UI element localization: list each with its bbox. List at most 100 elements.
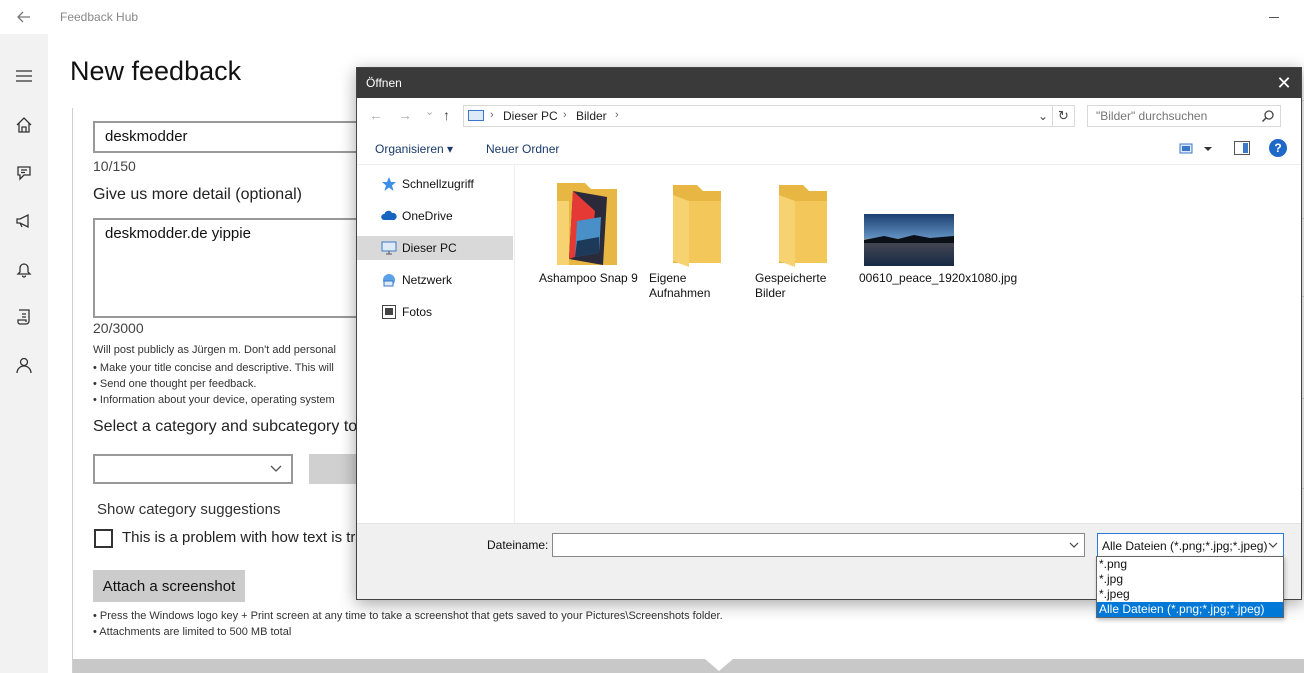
image-thumbnail-icon <box>864 214 954 266</box>
recent-locations-chevron-icon[interactable]: ⌄ <box>425 104 434 120</box>
detail-char-count: 20/3000 <box>93 320 144 336</box>
cloud-icon <box>381 208 397 224</box>
hamburger-menu-icon[interactable] <box>12 64 36 88</box>
organize-button[interactable]: Organisieren ▾ <box>375 142 453 156</box>
filename-input[interactable] <box>553 534 1063 556</box>
network-icon <box>381 272 397 288</box>
file-item-label: Gespeicherte Bilder <box>755 271 827 300</box>
navigation-bar: ← → ⌄ ↑ › Dieser PC › Bilder › ⌄ ↻ <box>357 98 1301 133</box>
nav-item-label: Netzwerk <box>402 273 453 287</box>
view-options-icon[interactable] <box>1179 141 1215 157</box>
nav-item-netzwerk[interactable]: Netzwerk <box>357 268 513 292</box>
chevron-down-icon[interactable] <box>1069 538 1079 552</box>
new-folder-button[interactable]: Neuer Ordner <box>486 142 559 156</box>
breadcrumb-item-bilder[interactable]: Bilder <box>576 109 607 123</box>
chevron-down-icon <box>269 461 283 475</box>
app-titlebar: Feedback Hub <box>0 0 1304 34</box>
minimize-icon[interactable] <box>1266 8 1282 24</box>
filetype-option-selected[interactable]: Alle Dateien (*.png;*.jpg;*.jpeg) <box>1097 602 1283 617</box>
nav-item-label: Schnellzugriff <box>402 177 474 191</box>
command-bar: Organisieren ▾ Neuer Ordner ? <box>357 133 1301 165</box>
feedback-title-input[interactable]: deskmodder <box>93 121 393 153</box>
file-item-label: 00610_peace_1920x1080.jpg <box>859 271 1018 285</box>
refresh-icon[interactable]: ↻ <box>1052 106 1074 126</box>
text-problem-checkbox[interactable] <box>94 529 113 548</box>
file-item-eigene-aufnahmen[interactable]: Eigene Aufnahmen <box>649 181 745 311</box>
announcements-megaphone-icon[interactable] <box>12 209 36 233</box>
forward-icon[interactable]: → <box>398 107 412 123</box>
open-file-dialog: Öffnen ✕ ← → ⌄ ↑ › Dieser PC › Bilder › … <box>356 67 1302 600</box>
profile-person-icon[interactable] <box>12 353 36 377</box>
breadcrumb-separator: › <box>615 109 619 121</box>
file-item-label: Ashampoo Snap 9 <box>539 271 638 285</box>
nav-item-schnellzugriff[interactable]: Schnellzugriff <box>357 172 513 196</box>
attach-tip: • Press the Windows logo key + Print scr… <box>93 610 723 622</box>
back-arrow-icon[interactable] <box>14 7 34 27</box>
nav-rail <box>0 34 48 673</box>
search-icon <box>1261 109 1275 123</box>
tip-item: • Send one thought per feedback. <box>93 378 257 390</box>
chevron-down-icon <box>1268 538 1278 552</box>
form-bottom-bar <box>73 659 1304 673</box>
notifications-bell-icon[interactable] <box>12 257 36 281</box>
file-item-ashampoo-snap-9[interactable]: Ashampoo Snap 9 <box>539 181 638 311</box>
nav-item-label: Dieser PC <box>402 241 457 255</box>
feedback-icon[interactable] <box>12 161 36 185</box>
search-input[interactable] <box>1088 106 1258 126</box>
folder-icon <box>767 181 839 267</box>
tip-item: • Make your title concise and descriptiv… <box>93 362 334 374</box>
breadcrumb-item-dieser-pc[interactable]: Dieser PC <box>503 109 558 123</box>
nav-item-label: OneDrive <box>402 209 453 223</box>
back-icon[interactable]: ← <box>369 107 383 123</box>
search-box[interactable] <box>1087 105 1281 127</box>
attach-screenshot-button[interactable]: Attach a screenshot <box>93 570 245 602</box>
public-notice: Will post publicly as Jürgen m. Don't ad… <box>93 344 336 356</box>
close-icon[interactable]: ✕ <box>1273 72 1295 94</box>
attach-tip: • Attachments are limited to 500 MB tota… <box>93 626 292 638</box>
photos-icon <box>381 304 397 320</box>
folder-icon <box>661 181 733 267</box>
nav-item-dieser-pc[interactable]: Dieser PC <box>357 236 513 260</box>
feedback-detail-input[interactable]: deskmodder.de yippie <box>93 218 393 318</box>
help-icon[interactable]: ? <box>1269 139 1287 157</box>
nav-item-onedrive[interactable]: OneDrive <box>357 204 513 228</box>
file-item-gespeicherte-bilder[interactable]: Gespeicherte Bilder <box>755 181 851 311</box>
address-bar[interactable]: › Dieser PC › Bilder › ⌄ ↻ <box>463 105 1075 127</box>
tip-item: • Information about your device, operati… <box>93 394 335 406</box>
file-item-00610-peace-jpg[interactable]: 00610_peace_1920x1080.jpg <box>855 181 1017 311</box>
filetype-dropdown-list: *.png *.jpg *.jpeg Alle Dateien (*.png;*… <box>1096 556 1284 618</box>
special-folder-icon <box>551 181 623 267</box>
scroll-down-notch-icon <box>705 659 733 671</box>
preview-pane-icon[interactable] <box>1234 141 1250 155</box>
filetype-option[interactable]: *.jpg <box>1097 572 1283 587</box>
dialog-title: Öffnen <box>366 76 402 90</box>
computer-icon <box>468 110 484 121</box>
filetype-select[interactable]: Alle Dateien (*.png;*.jpg;*.jpeg) <box>1097 533 1284 557</box>
detail-label: Give us more detail (optional) <box>93 186 302 203</box>
nav-item-fotos[interactable]: Fotos <box>357 300 513 324</box>
quests-scroll-icon[interactable] <box>12 305 36 329</box>
home-icon[interactable] <box>12 113 36 137</box>
app-title: Feedback Hub <box>60 10 139 24</box>
dialog-titlebar: Öffnen ✕ <box>357 68 1301 98</box>
page-title: New feedback <box>70 56 242 86</box>
breadcrumb-separator: › <box>490 109 494 121</box>
filetype-option[interactable]: *.jpeg <box>1097 587 1283 602</box>
filename-label: Dateiname: <box>487 538 549 552</box>
checkbox-label: This is a problem with how text is tr <box>122 529 356 546</box>
navigation-pane: Schnellzugriff OneDrive Dieser PC Netzwe… <box>357 165 515 523</box>
nav-item-label: Fotos <box>402 305 433 319</box>
show-category-suggestions-link[interactable]: Show category suggestions <box>97 501 280 518</box>
address-dropdown-chevron-icon[interactable]: ⌄ <box>1038 109 1048 123</box>
computer-icon <box>381 240 397 256</box>
filename-combobox[interactable] <box>552 533 1085 557</box>
file-item-label: Eigene Aufnahmen <box>649 271 711 300</box>
title-char-count: 10/150 <box>93 158 136 174</box>
file-list: Ashampoo Snap 9 Eigene Aufnahmen Gespeic… <box>517 165 1301 523</box>
filetype-option[interactable]: *.png <box>1097 557 1283 572</box>
subcategory-dropdown[interactable] <box>309 454 357 484</box>
filetype-value: Alle Dateien (*.png;*.jpg;*.jpeg) <box>1102 539 1268 553</box>
star-icon <box>381 176 397 192</box>
category-dropdown[interactable] <box>93 454 293 484</box>
up-arrow-icon[interactable]: ↑ <box>443 107 450 123</box>
